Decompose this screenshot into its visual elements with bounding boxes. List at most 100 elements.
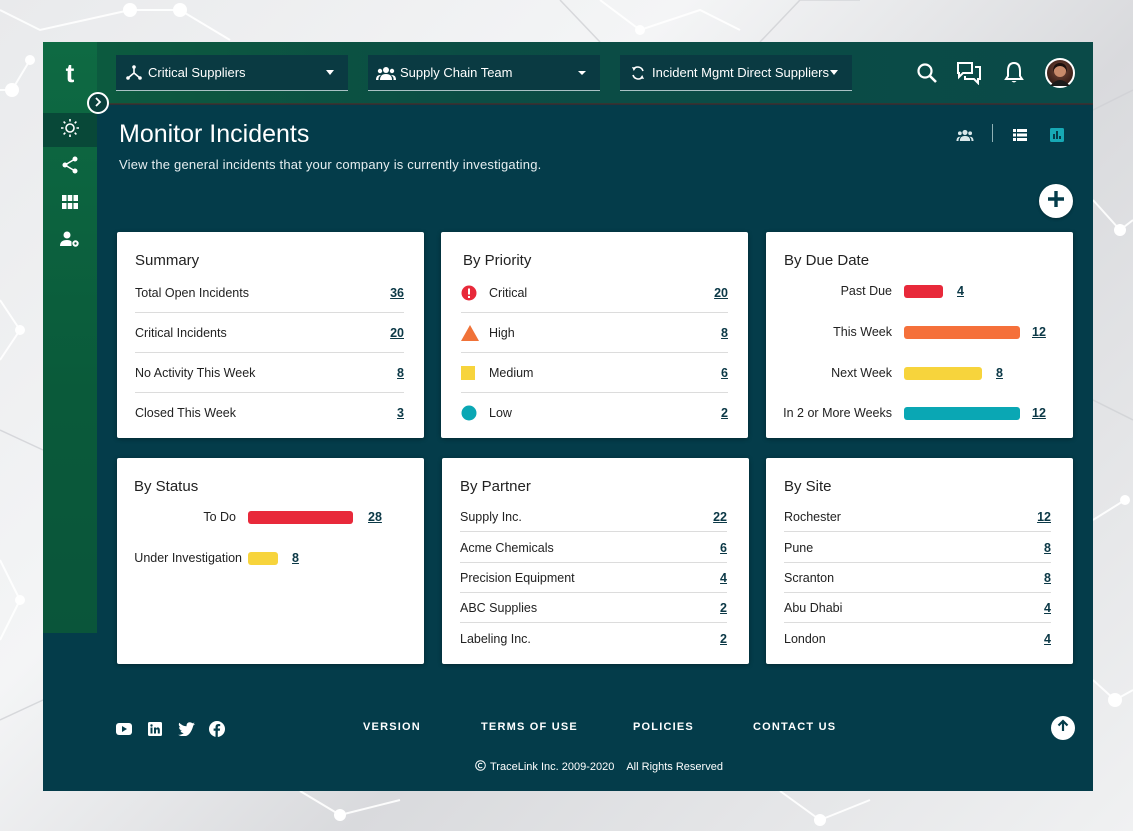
bar-row[interactable]: Under Investigation 8 (117, 548, 299, 568)
dropdown-label: Incident Mgmt Direct Suppliers (652, 65, 830, 80)
bar-label: Next Week (831, 366, 892, 380)
facebook-icon[interactable] (208, 720, 226, 738)
chart-view-icon[interactable] (1046, 124, 1068, 146)
critical-suppliers-dropdown[interactable]: Critical Suppliers (116, 55, 348, 91)
sidebar-item-dashboard[interactable] (43, 187, 97, 221)
people-icon[interactable] (954, 124, 976, 146)
youtube-icon[interactable] (115, 720, 133, 738)
card-title: By Partner (460, 478, 531, 495)
footer-link-version[interactable]: VERSION (363, 721, 421, 733)
grid-icon (62, 194, 78, 214)
list-item[interactable]: Medium 6 (461, 353, 728, 393)
linkedin-icon[interactable] (146, 720, 164, 738)
bar-row[interactable]: In 2 or More Weeks 12 (766, 403, 1046, 423)
plus-icon (1046, 189, 1066, 214)
card-title: By Status (134, 478, 199, 495)
bar-value-link[interactable]: 8 (996, 366, 1003, 380)
list-item[interactable]: Low 2 (461, 393, 728, 433)
list-item[interactable]: Critical Incidents 20 (135, 313, 404, 353)
list-item[interactable]: Abu Dhabi 4 (784, 593, 1051, 623)
list-item[interactable]: Scranton 8 (784, 563, 1051, 593)
sidebar-item-user-settings[interactable] (43, 224, 97, 258)
row-value-link[interactable]: 8 (721, 326, 728, 340)
header-divider (97, 103, 1093, 105)
bar-row[interactable]: This Week 12 (766, 322, 1046, 342)
row-label: London (784, 632, 826, 646)
row-value-link[interactable]: 2 (720, 601, 727, 615)
list-item[interactable]: No Activity This Week 8 (135, 353, 404, 393)
summary-card: Summary Total Open Incidents 36 Critical… (117, 232, 424, 438)
footer-link-policies[interactable]: POLICIES (633, 721, 694, 733)
footer-link-terms[interactable]: TERMS OF USE (481, 721, 578, 733)
bar-value-link[interactable]: 12 (1032, 325, 1046, 339)
chevron-down-icon (830, 70, 838, 75)
list-item[interactable]: Pune 8 (784, 533, 1051, 563)
row-value-link[interactable]: 8 (1044, 541, 1051, 555)
list-item[interactable]: Critical 20 (461, 273, 728, 313)
row-value-link[interactable]: 8 (397, 366, 404, 380)
scroll-to-top-button[interactable] (1051, 716, 1075, 740)
bar-row[interactable]: Next Week 8 (766, 363, 1003, 383)
chat-icon[interactable] (956, 60, 982, 86)
bar (248, 510, 353, 524)
row-value-link[interactable]: 36 (390, 286, 404, 300)
bar-label: Past Due (840, 284, 892, 298)
row-value-link[interactable]: 6 (720, 541, 727, 555)
row-value-link[interactable]: 20 (714, 286, 728, 300)
row-value-link[interactable]: 3 (397, 406, 404, 420)
row-value-link[interactable]: 12 (1037, 510, 1051, 524)
bar-value-link[interactable]: 4 (957, 284, 964, 298)
avatar[interactable] (1045, 58, 1075, 88)
add-incident-button[interactable] (1039, 184, 1073, 218)
bar-row[interactable]: To Do 28 (117, 507, 382, 527)
row-label: Labeling Inc. (460, 632, 531, 646)
row-value-link[interactable]: 4 (1044, 632, 1051, 646)
row-value-link[interactable]: 4 (720, 571, 727, 585)
list-view-icon[interactable] (1009, 124, 1031, 146)
bar (904, 284, 943, 298)
incident-mgmt-dropdown[interactable]: Incident Mgmt Direct Suppliers (620, 55, 852, 91)
list-item[interactable]: ABC Supplies 2 (460, 593, 727, 623)
chevron-down-icon (578, 70, 586, 75)
bell-icon[interactable] (1001, 60, 1027, 86)
row-label: Medium (489, 365, 534, 380)
card-title: By Site (784, 478, 832, 495)
list-item[interactable]: Rochester 12 (784, 502, 1051, 532)
list-item[interactable]: High 8 (461, 313, 728, 353)
list-item[interactable]: Labeling Inc. 2 (460, 624, 727, 654)
bar-value-link[interactable]: 28 (368, 510, 382, 524)
search-icon[interactable] (914, 60, 940, 86)
row-value-link[interactable]: 2 (720, 632, 727, 646)
sidebar-expand-button[interactable] (87, 92, 109, 114)
row-value-link[interactable]: 8 (1044, 571, 1051, 585)
list-item[interactable]: Precision Equipment 4 (460, 563, 727, 593)
row-value-link[interactable]: 20 (390, 326, 404, 340)
critical-alert-icon (461, 285, 489, 301)
list-item[interactable]: Acme Chemicals 6 (460, 533, 727, 563)
card-title: By Priority (463, 252, 532, 269)
list-item[interactable]: Closed This Week 3 (135, 393, 404, 433)
bar-value-link[interactable]: 12 (1032, 406, 1046, 420)
sidebar-item-share[interactable] (43, 150, 97, 184)
twitter-icon[interactable] (177, 720, 195, 738)
share-icon (61, 156, 79, 179)
row-label: Rochester (784, 509, 841, 524)
row-value-link[interactable]: 22 (713, 510, 727, 524)
sidebar-item-incidents[interactable] (43, 113, 97, 147)
list-item[interactable]: London 4 (784, 624, 1051, 654)
due-date-card: By Due Date Past Due 4 This Week 12 Next… (766, 232, 1073, 438)
user-settings-icon (60, 230, 80, 253)
row-value-link[interactable]: 2 (721, 406, 728, 420)
list-item[interactable]: Total Open Incidents 36 (135, 273, 404, 313)
bar-value-link[interactable]: 8 (292, 551, 299, 565)
hierarchy-icon (120, 64, 148, 81)
bar-row[interactable]: Past Due 4 (766, 281, 964, 301)
supply-chain-team-dropdown[interactable]: Supply Chain Team (368, 55, 600, 91)
list-item[interactable]: Supply Inc. 22 (460, 502, 727, 532)
row-value-link[interactable]: 4 (1044, 601, 1051, 615)
lightbulb-icon (60, 118, 80, 143)
copyright-icon (475, 760, 486, 774)
bar-label: To Do (203, 510, 236, 524)
footer-link-contact[interactable]: CONTACT US (753, 721, 836, 733)
row-value-link[interactable]: 6 (721, 366, 728, 380)
